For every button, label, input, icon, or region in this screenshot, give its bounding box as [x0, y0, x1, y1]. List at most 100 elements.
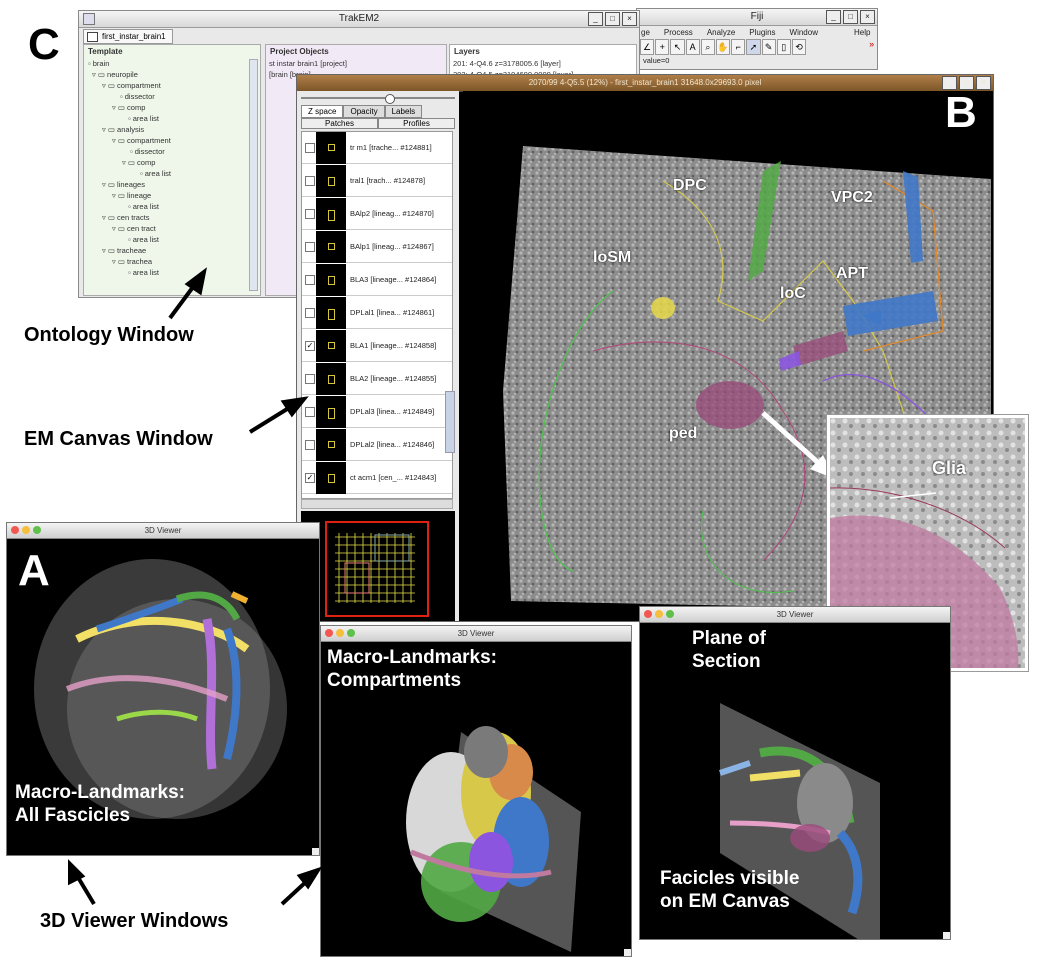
more-tools-icon[interactable]: »: [869, 39, 874, 55]
menu-window[interactable]: Window: [790, 28, 818, 37]
viewer-window-c[interactable]: 3D Viewer Plane of Section Facicles visi…: [639, 606, 951, 940]
close-button[interactable]: ×: [860, 10, 875, 24]
list-item[interactable]: ✓ BLA1 [lineage... #124858]: [302, 330, 452, 362]
menu-analyze[interactable]: Analyze: [707, 28, 735, 37]
list-item[interactable]: DPLal3 [linea... #124849]: [302, 396, 452, 428]
wand-tool-icon[interactable]: ↖: [670, 39, 685, 55]
viewer-titlebar[interactable]: 3D Viewer: [7, 523, 319, 539]
viewer-titlebar[interactable]: 3D Viewer: [321, 626, 631, 642]
zoom-dot[interactable]: [666, 610, 674, 618]
slider-thumb[interactable]: [385, 94, 395, 104]
tree-node[interactable]: ▿ ▭ compartment: [88, 80, 260, 91]
trakem2-titlebar[interactable]: TrakEM2 _ □ ×: [79, 11, 639, 28]
viewer-window-b[interactable]: 3D Viewer Macro-Landmarks: Compartments: [320, 625, 632, 957]
tree-node[interactable]: ▫ area list: [88, 234, 260, 245]
visibility-checkbox[interactable]: [305, 308, 315, 318]
tree-node[interactable]: ▿ ▭ neuropile: [88, 69, 260, 80]
tree-node[interactable]: ▫ area list: [88, 113, 260, 124]
zoom-slider[interactable]: [301, 94, 455, 104]
resize-handle[interactable]: [943, 932, 950, 939]
visibility-checkbox[interactable]: ✓: [305, 473, 315, 483]
minimize-button[interactable]: _: [588, 12, 603, 26]
tree-node[interactable]: ▿ ▭ cen tracts: [88, 212, 260, 223]
viewer-titlebar[interactable]: 3D Viewer: [640, 607, 950, 623]
tree-node[interactable]: ▿ ▭ cen tract: [88, 223, 260, 234]
project-tab[interactable]: first_instar_brain1: [83, 29, 173, 44]
layer-item[interactable]: 201: 4-Q4.6 z=3178005.6 [layer]: [453, 58, 636, 69]
zoom-dot[interactable]: [33, 526, 41, 534]
tree-node[interactable]: ▫ dissector: [88, 146, 260, 157]
point-tool-icon[interactable]: +: [655, 39, 670, 55]
visibility-checkbox[interactable]: [305, 242, 315, 252]
tree-node[interactable]: ▫ area list: [88, 201, 260, 212]
maximize-button[interactable]: □: [843, 10, 858, 24]
list-item[interactable]: ✓ ct acm1 [cen_... #124843]: [302, 462, 452, 494]
close-button[interactable]: ×: [976, 76, 991, 90]
align-tool-icon[interactable]: ⟲: [791, 39, 807, 55]
visibility-checkbox[interactable]: [305, 275, 315, 285]
minimize-dot[interactable]: [336, 629, 344, 637]
list-hscroll[interactable]: [301, 499, 453, 509]
list-item[interactable]: BAlp1 [lineag... #124867]: [302, 231, 452, 263]
menu-help[interactable]: Help: [854, 28, 870, 37]
pencil-tool-icon[interactable]: ✎: [761, 39, 776, 55]
list-item[interactable]: tr m1 [trache... #124881]: [302, 132, 452, 164]
list-item[interactable]: BLA2 [lineage... #124855]: [302, 363, 452, 395]
visibility-checkbox[interactable]: [305, 374, 315, 384]
brush-tool-icon[interactable]: ▯: [776, 39, 791, 55]
tree-node[interactable]: ▿ ▭ comp: [88, 102, 260, 113]
visibility-checkbox[interactable]: ✓: [305, 341, 315, 351]
close-dot[interactable]: [644, 610, 652, 618]
zoom-tool-icon[interactable]: ⌕: [700, 39, 715, 55]
tree-node[interactable]: ▫ brain: [88, 58, 260, 69]
list-item[interactable]: BAlp2 [lineag... #124870]: [302, 198, 452, 230]
tree-node[interactable]: ▫ area list: [88, 267, 260, 278]
resize-handle[interactable]: [312, 848, 319, 855]
template-scrollbar[interactable]: [249, 59, 258, 291]
close-button[interactable]: ×: [622, 12, 637, 26]
visibility-checkbox[interactable]: [305, 209, 315, 219]
hand-tool-icon[interactable]: ✋: [715, 39, 731, 55]
fiji-window[interactable]: Fiji _ □ × ge Process Analyze Plugins Wind…: [636, 8, 878, 70]
tree-node[interactable]: ▫ area list: [88, 168, 260, 179]
resize-handle[interactable]: [624, 949, 631, 956]
close-dot[interactable]: [325, 629, 333, 637]
list-item[interactable]: DPLal1 [linea... #124861]: [302, 297, 452, 329]
minimize-dot[interactable]: [22, 526, 30, 534]
tree-node[interactable]: ▿ ▭ compartment: [88, 135, 260, 146]
select-tool-icon[interactable]: ➚: [746, 39, 761, 55]
minimize-dot[interactable]: [655, 610, 663, 618]
menu-process[interactable]: Process: [664, 28, 693, 37]
navigator-panel[interactable]: [301, 511, 455, 621]
visibility-checkbox[interactable]: [305, 176, 315, 186]
tree-node[interactable]: ▿ ▭ tracheae: [88, 245, 260, 256]
tab-profiles[interactable]: Profiles: [378, 118, 455, 129]
tab-patches[interactable]: Patches: [301, 118, 378, 129]
minimize-button[interactable]: _: [826, 10, 841, 24]
tab-opacity[interactable]: Opacity: [343, 105, 385, 118]
tree-node[interactable]: ▿ ▭ analysis: [88, 124, 260, 135]
list-item[interactable]: DPLal2 [linea... #124846]: [302, 429, 452, 461]
zoom-dot[interactable]: [347, 629, 355, 637]
text-tool-icon[interactable]: A: [685, 39, 700, 55]
em-canvas-titlebar[interactable]: 2070/99 4-Q5.5 (12%) - first_instar_brai…: [297, 75, 993, 92]
close-dot[interactable]: [11, 526, 19, 534]
viewer-window-a[interactable]: 3D Viewer Macro-Landmarks: All Fascicles: [6, 522, 320, 856]
angle-tool-icon[interactable]: ∠: [640, 39, 655, 55]
maximize-button[interactable]: □: [605, 12, 620, 26]
list-item[interactable]: BLA3 [lineage... #124864]: [302, 264, 452, 296]
menu-plugins[interactable]: Plugins: [749, 28, 775, 37]
tree-node[interactable]: ▿ ▭ lineage: [88, 190, 260, 201]
tree-node[interactable]: st instar brain1 [project]: [269, 58, 446, 69]
tree-node[interactable]: ▿ ▭ trachea: [88, 256, 260, 267]
list-item[interactable]: tral1 [trach... #124878]: [302, 165, 452, 197]
tab-z-space[interactable]: Z space: [301, 105, 344, 118]
visibility-checkbox[interactable]: [305, 407, 315, 417]
dropper-tool-icon[interactable]: ⌐: [731, 39, 746, 55]
tab-labels[interactable]: Labels: [384, 105, 423, 118]
tree-node[interactable]: ▿ ▭ lineages: [88, 179, 260, 190]
tree-node[interactable]: ▫ dissector: [88, 91, 260, 102]
visibility-checkbox[interactable]: [305, 143, 315, 153]
fiji-titlebar[interactable]: Fiji _ □ ×: [637, 9, 877, 26]
menu-image[interactable]: ge: [641, 28, 650, 37]
